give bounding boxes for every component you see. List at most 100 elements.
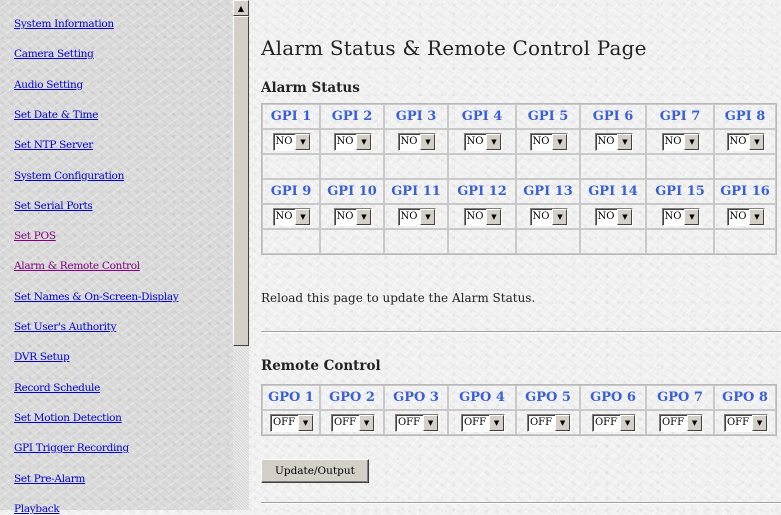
gpi-status-select[interactable]: NO ▼ xyxy=(594,133,634,152)
sidebar-item-audio-setting[interactable]: Audio Setting xyxy=(14,79,83,91)
chevron-down-icon[interactable]: ▼ xyxy=(684,134,700,151)
chevron-down-icon[interactable]: ▼ xyxy=(489,415,505,432)
chevron-down-icon[interactable]: ▼ xyxy=(295,134,311,151)
sidebar-item-system-information[interactable]: System Information xyxy=(14,18,114,30)
gpi-status-select[interactable]: NO ▼ xyxy=(272,133,312,152)
gpi-status-select[interactable]: NO ▼ xyxy=(594,208,634,227)
gpi-status-select[interactable]: NO ▼ xyxy=(661,133,701,152)
gpi-status-select[interactable]: NO ▼ xyxy=(661,208,701,227)
gpi-status-select[interactable]: NO ▼ xyxy=(333,133,373,152)
chevron-down-icon[interactable]: ▼ xyxy=(552,209,568,226)
gpi-header: GPI 6 xyxy=(580,104,646,129)
empty-cell xyxy=(448,154,516,179)
gpo-header: GPO 6 xyxy=(580,385,646,410)
gpi-status-select[interactable]: NO ▼ xyxy=(463,133,503,152)
select-value: NO xyxy=(729,136,747,148)
gpi-status-select[interactable]: NO ▼ xyxy=(397,133,437,152)
sidebar-item-playback[interactable]: Playback xyxy=(14,503,60,515)
chevron-down-icon[interactable]: ▼ xyxy=(486,209,502,226)
divider xyxy=(261,502,781,504)
gpo-output-select[interactable]: OFF ▼ xyxy=(658,414,704,433)
gpi-status-cell: NO ▼ xyxy=(262,129,320,154)
chevron-down-icon[interactable]: ▼ xyxy=(617,134,633,151)
gpo-output-select[interactable]: OFF ▼ xyxy=(591,414,637,433)
chevron-down-icon[interactable]: ▼ xyxy=(486,134,502,151)
select-value: OFF xyxy=(594,417,618,429)
chevron-down-icon[interactable]: ▼ xyxy=(687,415,703,432)
empty-cell xyxy=(646,154,714,179)
chevron-down-icon[interactable]: ▼ xyxy=(552,134,568,151)
sidebar-scrollbar[interactable]: ▲ xyxy=(233,0,249,510)
chevron-down-icon[interactable]: ▼ xyxy=(420,134,436,151)
chevron-down-icon[interactable]: ▼ xyxy=(620,415,636,432)
scroll-up-arrow-icon[interactable]: ▲ xyxy=(233,0,249,16)
select-value: NO xyxy=(532,136,550,148)
chevron-down-icon[interactable]: ▼ xyxy=(356,134,372,151)
gpo-output-select[interactable]: OFF ▼ xyxy=(330,414,376,433)
gpo-control-cell: OFF ▼ xyxy=(646,410,714,435)
gpi-status-select[interactable]: NO ▼ xyxy=(333,208,373,227)
gpo-output-select[interactable]: OFF ▼ xyxy=(526,414,572,433)
remote-control-table: GPO 1 GPO 2 GPO 3 GPO 4 GPO 5 GPO 6 GPO 7 GPO 8… xyxy=(261,384,777,436)
sidebar-item-gpi-trigger-recording[interactable]: GPI Trigger Recording xyxy=(14,442,129,454)
gpi-status-select[interactable]: NO ▼ xyxy=(397,208,437,227)
chevron-down-icon[interactable]: ▼ xyxy=(617,209,633,226)
gpi-header: GPI 3 xyxy=(384,104,448,129)
chevron-down-icon[interactable]: ▼ xyxy=(420,209,436,226)
gpo-output-select[interactable]: OFF ▼ xyxy=(723,414,769,433)
gpi-status-select[interactable]: NO ▼ xyxy=(529,133,569,152)
gpi-status-select[interactable]: NO ▼ xyxy=(529,208,569,227)
gpi-header: GPI 8 xyxy=(714,104,776,129)
gpi-status-cell: NO ▼ xyxy=(714,204,776,229)
gpo-output-select[interactable]: OFF ▼ xyxy=(269,414,315,433)
chevron-down-icon[interactable]: ▼ xyxy=(752,415,768,432)
gpi-header: GPI 2 xyxy=(320,104,384,129)
sidebar-item-alarm-remote-control[interactable]: Alarm & Remote Control xyxy=(14,260,140,272)
sidebar-item-system-configuration[interactable]: System Configuration xyxy=(14,170,124,182)
chevron-down-icon[interactable]: ▼ xyxy=(423,415,439,432)
empty-cell xyxy=(646,229,714,254)
empty-cell xyxy=(714,154,776,179)
gpi-status-select[interactable]: NO ▼ xyxy=(272,208,312,227)
gpo-output-select[interactable]: OFF ▼ xyxy=(460,414,506,433)
sidebar-item-set-names-on-screen-display[interactable]: Set Names & On-Screen-Display xyxy=(14,291,179,303)
sidebar-item-set-ntp-server[interactable]: Set NTP Server xyxy=(14,139,93,151)
select-value: NO xyxy=(729,211,747,223)
empty-cell xyxy=(262,154,320,179)
gpo-output-select[interactable]: OFF ▼ xyxy=(394,414,440,433)
gpi-header: GPI 15 xyxy=(646,179,714,204)
chevron-down-icon[interactable]: ▼ xyxy=(749,209,765,226)
gpi-status-select[interactable]: NO ▼ xyxy=(726,133,766,152)
sidebar-item-set-user-s-authority[interactable]: Set User's Authority xyxy=(14,321,117,333)
chevron-down-icon[interactable]: ▼ xyxy=(298,415,314,432)
sidebar-item-set-pos[interactable]: Set POS xyxy=(14,230,56,242)
gpo-header: GPO 7 xyxy=(646,385,714,410)
chevron-down-icon[interactable]: ▼ xyxy=(356,209,372,226)
empty-cell xyxy=(384,154,448,179)
scrollbar-thumb[interactable] xyxy=(233,16,249,346)
sidebar-item-record-schedule[interactable]: Record Schedule xyxy=(14,382,100,394)
select-value: NO xyxy=(597,211,615,223)
sidebar-item-camera-setting[interactable]: Camera Setting xyxy=(14,48,94,60)
empty-cell xyxy=(516,154,580,179)
sidebar-item-set-serial-ports[interactable]: Set Serial Ports xyxy=(14,200,93,212)
gpi-status-cell: NO ▼ xyxy=(646,204,714,229)
select-value: NO xyxy=(400,136,418,148)
sidebar-item-set-date-time[interactable]: Set Date & Time xyxy=(14,109,98,121)
gpi-status-select[interactable]: NO ▼ xyxy=(726,208,766,227)
chevron-down-icon[interactable]: ▼ xyxy=(295,209,311,226)
gpi-header: GPI 9 xyxy=(262,179,320,204)
chevron-down-icon[interactable]: ▼ xyxy=(555,415,571,432)
chevron-down-icon[interactable]: ▼ xyxy=(749,134,765,151)
gpi-header: GPI 13 xyxy=(516,179,580,204)
sidebar-item-dvr-setup[interactable]: DVR Setup xyxy=(14,351,70,363)
gpi-status-cell: NO ▼ xyxy=(646,129,714,154)
chevron-down-icon[interactable]: ▼ xyxy=(684,209,700,226)
update-output-button[interactable]: Update/Output xyxy=(261,459,369,483)
sidebar-item-set-pre-alarm[interactable]: Set Pre-Alarm xyxy=(14,473,85,485)
sidebar-item-set-motion-detection[interactable]: Set Motion Detection xyxy=(14,412,122,424)
gpo-control-cell: OFF ▼ xyxy=(516,410,580,435)
gpo-header: GPO 3 xyxy=(384,385,448,410)
gpi-status-select[interactable]: NO ▼ xyxy=(463,208,503,227)
chevron-down-icon[interactable]: ▼ xyxy=(359,415,375,432)
